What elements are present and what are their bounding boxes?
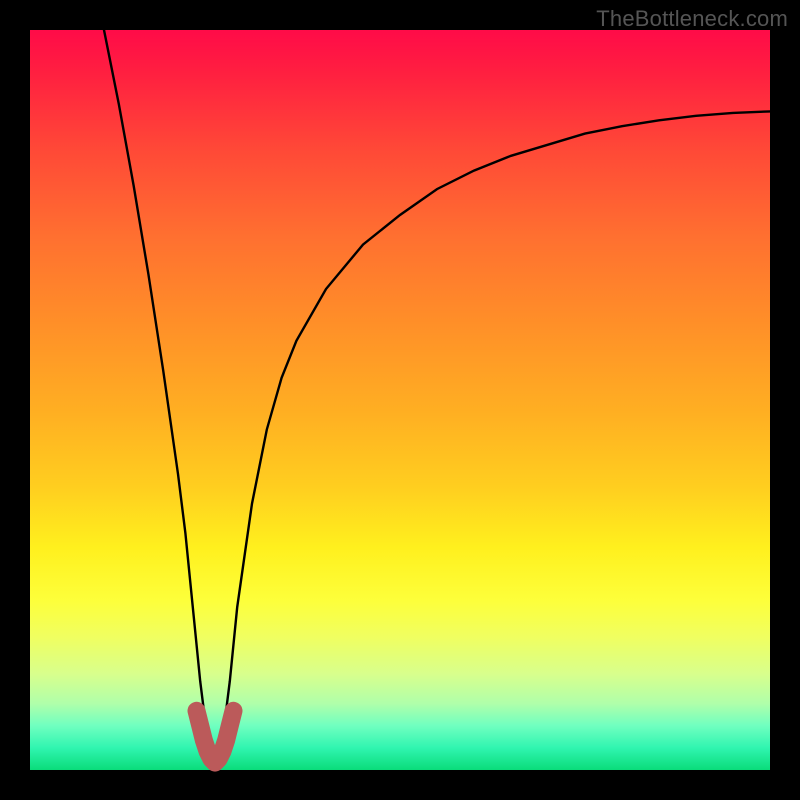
plot-area [30,30,770,770]
chart-frame: TheBottleneck.com [0,0,800,800]
highlight-dip [197,711,234,763]
bottleneck-curve [104,30,770,763]
curve-layer [30,30,770,770]
watermark-text: TheBottleneck.com [596,6,788,32]
